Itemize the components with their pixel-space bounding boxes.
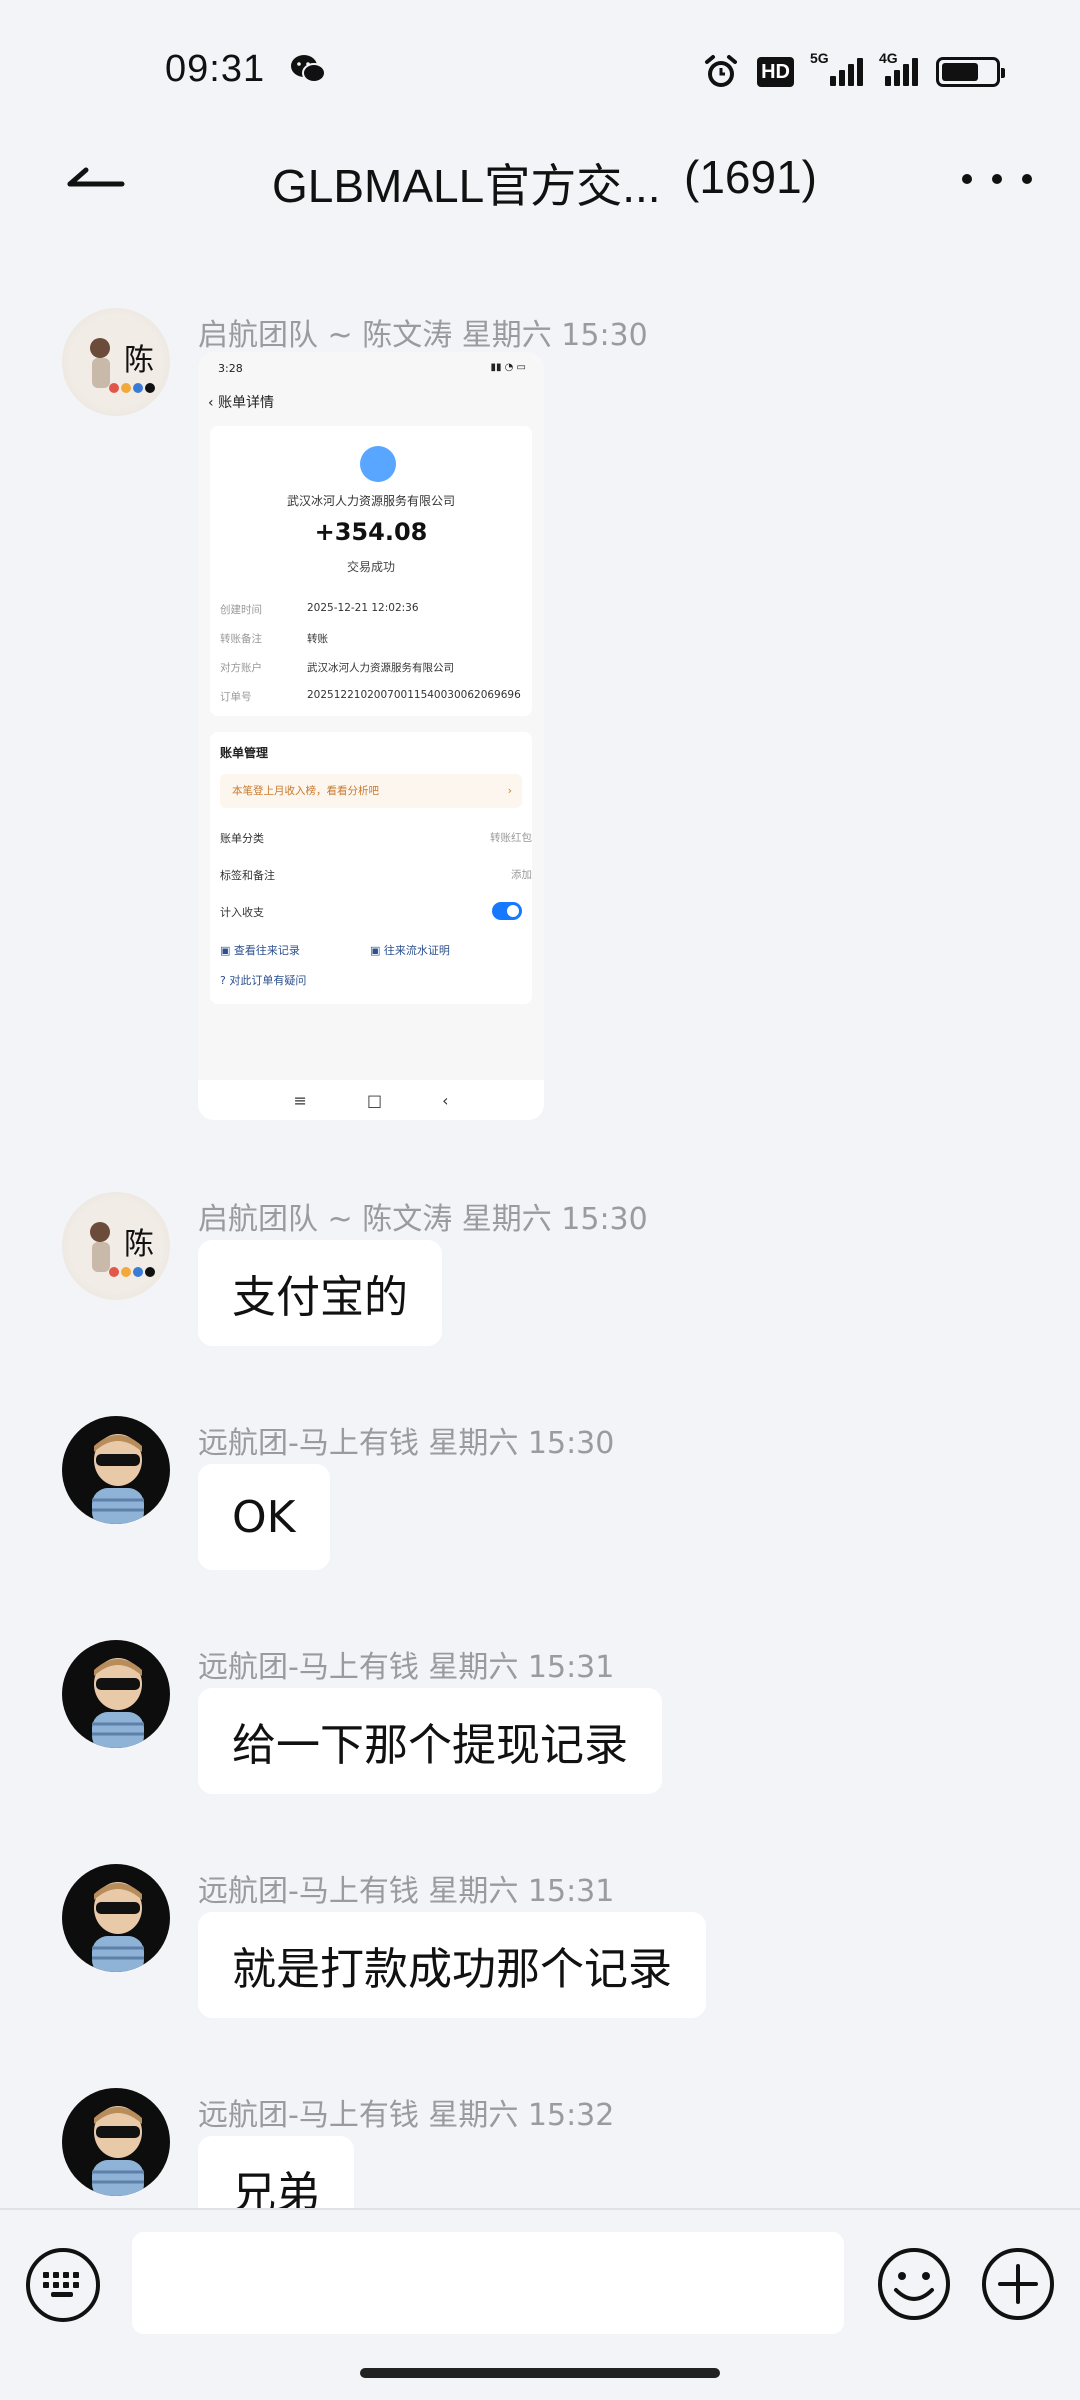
row-label: 转账备注 bbox=[220, 633, 262, 645]
avatar[interactable]: 陈 bbox=[62, 1192, 170, 1300]
tip-banner: 本笔登上月收入榜，看看分析吧 › bbox=[220, 774, 522, 808]
avatar[interactable]: 陈 bbox=[62, 308, 170, 416]
screenshot-header: ‹ 账单详情 bbox=[208, 395, 275, 411]
sender-name: 远航团-马上有钱 星期六 15:31 bbox=[198, 1650, 615, 1685]
link-proof: ▣ 往来流水证明 bbox=[370, 944, 450, 957]
plus-icon[interactable] bbox=[980, 2246, 1056, 2322]
tag-value: 添加 bbox=[511, 869, 532, 881]
bill-card: 武汉冰河人力资源服务有限公司 +354.08 交易成功 创建时间 2025-12-… bbox=[210, 426, 532, 716]
row-label: 对方账户 bbox=[220, 662, 262, 674]
screenshot-status-time: 3:28 bbox=[218, 362, 243, 375]
sender-name: 启航团队 ~ 陈文涛 星期六 15:30 bbox=[198, 318, 648, 353]
user-icon bbox=[360, 446, 396, 482]
alarm-icon bbox=[705, 55, 738, 87]
wechat-icon bbox=[291, 55, 326, 83]
avatar[interactable] bbox=[62, 1416, 170, 1524]
chat-screen: 09:31 HD 5G 4G GLBMALL官方交... (1691) 陈 启航… bbox=[0, 0, 1080, 2400]
tip-text: 本笔登上月收入榜，看看分析吧 bbox=[232, 785, 379, 797]
sender-name: 启航团队 ~ 陈文涛 星期六 15:30 bbox=[198, 1202, 648, 1237]
sender-name: 远航团-马上有钱 星期六 15:31 bbox=[198, 1874, 615, 1909]
link-records: ▣ 查看往来记录 bbox=[220, 944, 300, 957]
category-value: 转账红包 bbox=[490, 832, 532, 844]
link-records-label: 查看往来记录 bbox=[233, 944, 300, 957]
category-label: 账单分类 bbox=[220, 832, 264, 845]
bill-row: 转账备注 转账 bbox=[220, 631, 328, 646]
message-bubble[interactable]: OK bbox=[198, 1464, 330, 1570]
row-label: 订单号 bbox=[220, 691, 252, 703]
company-name: 武汉冰河人力资源服务有限公司 bbox=[286, 494, 455, 508]
row-value: 2025-12-21 12:02:36 bbox=[307, 602, 419, 614]
svg-text:陈: 陈 bbox=[124, 343, 154, 378]
tag-row: 标签和备注 添加 bbox=[220, 867, 532, 883]
tag-label: 标签和备注 bbox=[220, 869, 275, 882]
message-bubble[interactable]: 就是打款成功那个记录 bbox=[198, 1912, 706, 2018]
member-count: (1691) bbox=[684, 151, 817, 203]
bill-row: 创建时间 2025-12-21 12:02:36 bbox=[220, 602, 419, 617]
signal-5g-icon: 5G bbox=[810, 50, 863, 86]
image-message[interactable]: 3:28 ▮▮ ◔ ▭ ‹ 账单详情 武汉冰河人力资源服务有限公司 +354.0… bbox=[198, 352, 544, 1120]
row-label: 创建时间 bbox=[220, 604, 262, 616]
screenshot-header-label: 账单详情 bbox=[218, 395, 275, 411]
screenshot-navbar: ≡ □ ‹ bbox=[198, 1080, 544, 1120]
back-arrow-icon[interactable] bbox=[62, 156, 132, 206]
row-value: 转账 bbox=[307, 633, 328, 645]
amount: +354.08 bbox=[314, 518, 428, 546]
link-question-label: 对此订单有疑问 bbox=[229, 974, 307, 987]
bill-row: 对方账户 武汉冰河人力资源服务有限公司 bbox=[220, 660, 454, 675]
message-input[interactable] bbox=[132, 2232, 844, 2334]
sender-name: 远航团-马上有钱 星期六 15:32 bbox=[198, 2098, 615, 2133]
message-bubble[interactable]: 支付宝的 bbox=[198, 1240, 442, 1346]
emoji-icon[interactable] bbox=[876, 2246, 952, 2322]
bill-manage-card: 账单管理 本笔登上月收入榜，看看分析吧 › 账单分类 转账红包 标签和备注 添加 计入… bbox=[210, 732, 532, 1004]
svg-text:陈: 陈 bbox=[124, 1227, 154, 1262]
row-value: 武汉冰河人力资源服务有限公司 bbox=[307, 662, 454, 674]
chat-header: GLBMALL官方交... (1691) bbox=[0, 130, 1080, 230]
avatar[interactable] bbox=[62, 2088, 170, 2196]
status-bar: 09:31 HD 5G 4G bbox=[0, 0, 1080, 140]
message-bubble[interactable]: 给一下那个提现记录 bbox=[198, 1688, 662, 1794]
hd-label: HD bbox=[761, 60, 790, 83]
link-proof-label: 往来流水证明 bbox=[383, 944, 450, 957]
row-value: 2025122102007001154003006206969​6 bbox=[307, 689, 521, 701]
link-question: ? 对此订单有疑问 bbox=[220, 974, 307, 987]
keyboard-icon[interactable] bbox=[26, 2248, 100, 2322]
bill-row: 订单号 2025122102007001154003006206969​6 bbox=[220, 689, 521, 704]
count-toggle bbox=[492, 902, 522, 920]
chat-title: GLBMALL官方交... bbox=[272, 160, 661, 212]
hd-badge: HD bbox=[757, 57, 794, 87]
net-5g-label: 5G bbox=[810, 50, 829, 66]
section-title: 账单管理 bbox=[220, 746, 269, 760]
home-indicator[interactable] bbox=[360, 2368, 720, 2378]
net-4g-label: 4G bbox=[879, 50, 898, 66]
status-icons: HD 5G 4G bbox=[703, 50, 1005, 94]
input-bar bbox=[0, 2208, 1080, 2350]
category-row: 账单分类 转账红包 bbox=[220, 830, 532, 846]
sender-name: 远航团-马上有钱 星期六 15:30 bbox=[198, 1426, 615, 1461]
screenshot-status-icons: ▮▮ ◔ ▭ bbox=[490, 362, 526, 373]
result: 交易成功 bbox=[346, 560, 395, 574]
avatar[interactable] bbox=[62, 1864, 170, 1972]
signal-4g-icon: 4G bbox=[879, 50, 918, 86]
avatar[interactable] bbox=[62, 1640, 170, 1748]
more-icon[interactable] bbox=[962, 164, 1032, 194]
status-time: 09:31 bbox=[165, 48, 266, 90]
count-row: 计入收支 bbox=[220, 904, 264, 920]
count-label: 计入收支 bbox=[220, 906, 264, 919]
battery-icon bbox=[936, 57, 1005, 87]
